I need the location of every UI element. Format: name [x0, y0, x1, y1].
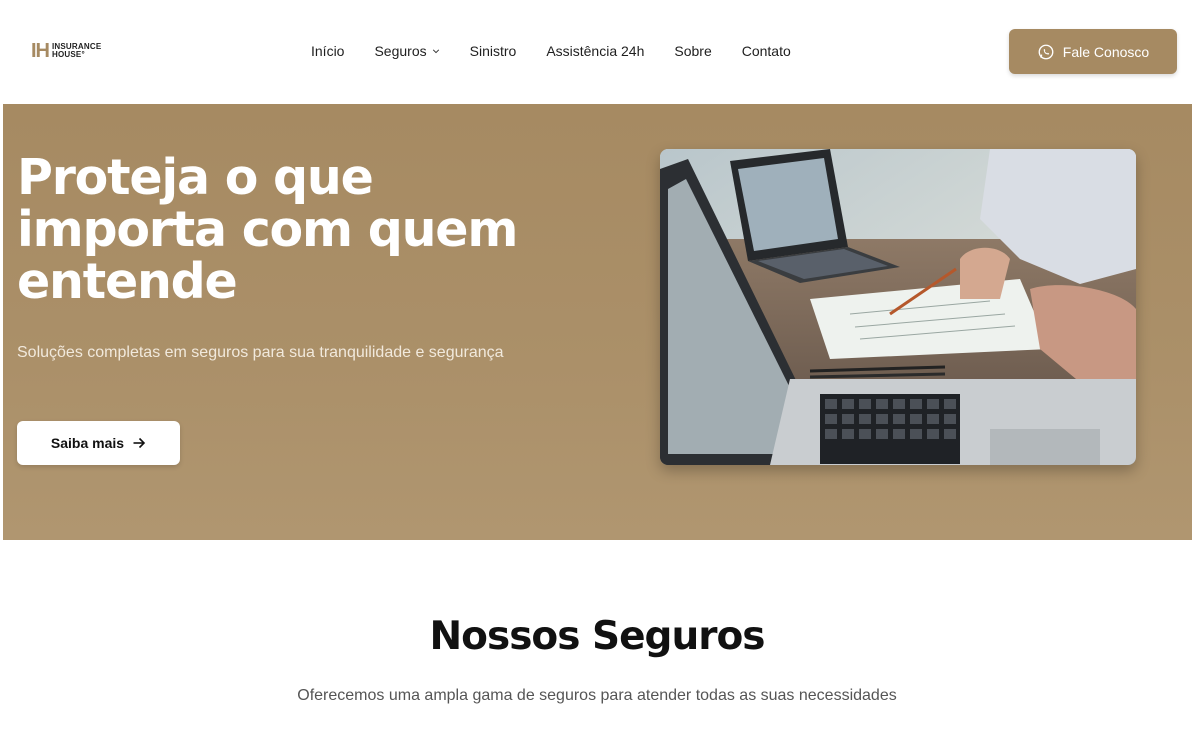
- nav-item-inicio[interactable]: Início: [311, 43, 344, 59]
- nav-item-label: Contato: [741, 43, 791, 59]
- nav-item-label: Seguros: [374, 43, 427, 59]
- nav-item-sinistro[interactable]: Sinistro: [470, 43, 517, 59]
- logo-mark: IH: [31, 40, 50, 62]
- site-header: IH INSURANCE HOUSE° Início Seguros Sinis…: [0, 0, 1194, 104]
- workspace-illustration: [660, 149, 1136, 465]
- brand-logo[interactable]: IH INSURANCE HOUSE°: [31, 41, 101, 61]
- saiba-mais-label: Saiba mais: [50, 435, 125, 451]
- nav-item-label: Assistência 24h: [546, 43, 645, 59]
- nav-item-sobre[interactable]: Sobre: [674, 43, 711, 59]
- saiba-mais-button[interactable]: Saiba mais: [17, 421, 180, 465]
- nav-item-assistencia[interactable]: Assistência 24h: [546, 43, 644, 59]
- logo-wordmark: INSURANCE HOUSE°: [52, 43, 101, 59]
- hero-title: Proteja o que importa com quem entende: [17, 149, 518, 310]
- arrow-right-icon: [133, 437, 146, 449]
- logo-line-2: HOUSE°: [52, 50, 85, 59]
- main-nav: Início Seguros Sinistro Assistência 24h …: [311, 43, 821, 59]
- nav-item-label: Sinistro: [469, 43, 517, 59]
- hero-section: Proteja o que importa com quem entende S…: [3, 104, 1192, 540]
- nav-item-seguros[interactable]: Seguros: [374, 43, 439, 59]
- fale-conosco-button[interactable]: Fale Conosco: [1009, 29, 1177, 74]
- whatsapp-icon: [1038, 44, 1054, 59]
- nav-item-label: Início: [311, 43, 345, 59]
- nav-item-contato[interactable]: Contato: [742, 43, 791, 59]
- nav-item-label: Sobre: [674, 43, 712, 59]
- section-subtitle: Oferecemos uma ampla gama de seguros par…: [297, 687, 897, 704]
- chevron-down-icon: [432, 49, 439, 54]
- section-title: Nossos Seguros: [429, 614, 766, 659]
- laptop-workspace-image: [660, 149, 1136, 465]
- fale-conosco-label: Fale Conosco: [1062, 43, 1150, 60]
- hero-subtitle: Soluções completas em seguros para sua t…: [17, 344, 504, 361]
